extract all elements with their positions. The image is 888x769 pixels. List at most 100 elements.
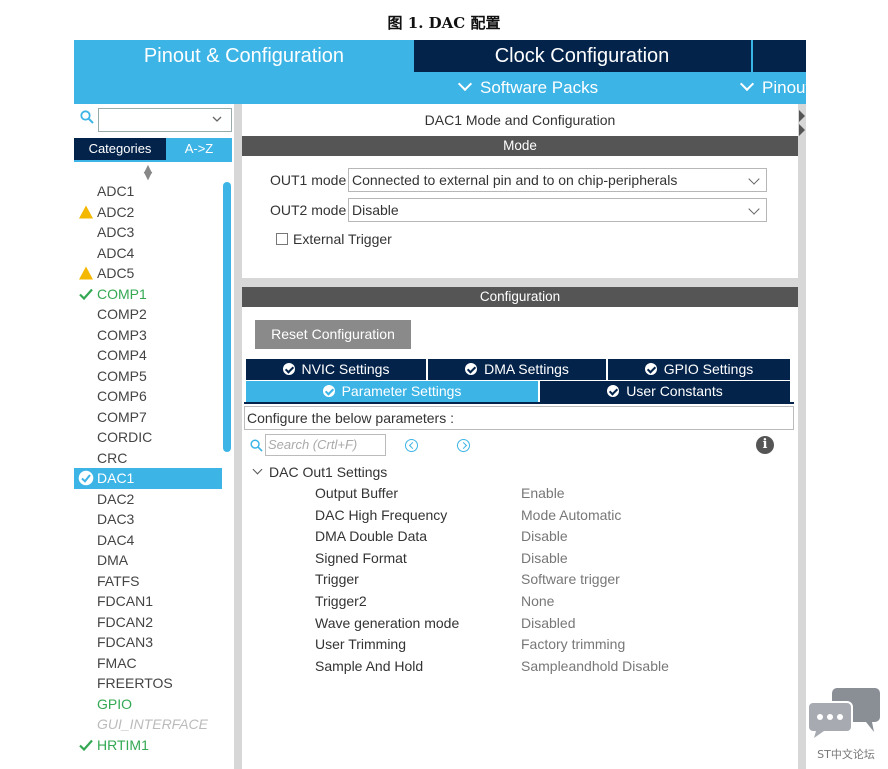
peripheral-label: COMP3: [97, 326, 147, 343]
peripheral-item[interactable]: ADC5: [74, 263, 222, 284]
parameter-row[interactable]: Signed Format Disable: [315, 548, 785, 570]
tab-clock-configuration[interactable]: Clock Configuration: [414, 40, 750, 72]
parameter-row[interactable]: User Trimming Factory trimming: [315, 634, 785, 656]
peripheral-item[interactable]: COMP3: [74, 325, 222, 346]
tab-gpio-settings[interactable]: GPIO Settings: [608, 359, 790, 380]
panel-divider[interactable]: [234, 104, 242, 769]
peripheral-item[interactable]: CORDIC: [74, 427, 222, 448]
tab-categories[interactable]: Categories: [74, 138, 166, 160]
peripheral-item[interactable]: COMP2: [74, 304, 222, 325]
info-icon[interactable]: i: [756, 436, 774, 454]
parameter-value[interactable]: None: [521, 591, 554, 613]
parameter-value[interactable]: Factory trimming: [521, 634, 625, 656]
parameter-row[interactable]: Trigger Software trigger: [315, 569, 785, 591]
reset-configuration-button[interactable]: Reset Configuration: [255, 320, 411, 349]
parameter-row[interactable]: Output Buffer Enable: [315, 483, 785, 505]
parameter-value[interactable]: Sampleandhold Disable: [521, 656, 669, 678]
scrollbar-thumb[interactable]: [223, 182, 231, 452]
warning-icon: [79, 266, 93, 280]
parameter-value[interactable]: Software trigger: [521, 569, 620, 591]
peripheral-item[interactable]: ADC4: [74, 243, 222, 264]
peripheral-label: ADC2: [97, 203, 135, 220]
out1-mode-label: OUT1 mode: [270, 172, 347, 188]
tab-overflow[interactable]: [751, 40, 806, 72]
software-packs-label: Software Packs: [480, 78, 599, 97]
peripheral-item[interactable]: DAC1: [74, 468, 222, 489]
peripheral-item[interactable]: ADC2: [74, 202, 222, 223]
peripheral-label: GPIO: [97, 695, 133, 712]
peripheral-item[interactable]: DMA: [74, 550, 222, 571]
configuration-section-header: Configuration: [242, 287, 798, 307]
external-trigger-checkbox[interactable]: [276, 233, 288, 245]
peripheral-item[interactable]: COMP5: [74, 366, 222, 387]
peripheral-item[interactable]: ADC1: [74, 181, 222, 202]
chevron-down-icon[interactable]: [212, 114, 222, 124]
peripheral-item[interactable]: COMP1: [74, 284, 222, 305]
next-match-button[interactable]: [457, 439, 470, 452]
software-packs-menu[interactable]: Software Packs: [457, 72, 599, 104]
figure-caption: 图 1. DAC 配置: [387, 14, 501, 32]
parameter-name: Trigger2: [315, 592, 367, 609]
tab-parameter-label: Parameter Settings: [341, 383, 462, 399]
dac-out1-settings-group[interactable]: DAC Out1 Settings: [269, 462, 387, 482]
peripheral-label: FMAC: [97, 654, 137, 671]
peripheral-item[interactable]: FDCAN2: [74, 612, 222, 633]
peripheral-item[interactable]: FATFS: [74, 571, 222, 592]
parameter-value[interactable]: Disabled: [521, 613, 575, 635]
chevron-down-icon: [457, 76, 473, 92]
peripheral-item[interactable]: DAC4: [74, 530, 222, 551]
parameter-value[interactable]: Disable: [521, 526, 568, 548]
peripheral-item[interactable]: COMP4: [74, 345, 222, 366]
peripheral-item[interactable]: DAC2: [74, 489, 222, 510]
out2-mode-value: Disable: [352, 202, 399, 218]
sort-icon[interactable]: ▲ ▼: [143, 163, 153, 181]
external-trigger-label: External Trigger: [293, 231, 392, 247]
tabs-underline: [244, 402, 794, 404]
parameter-row[interactable]: DAC High Frequency Mode Automatic: [315, 505, 785, 527]
out1-mode-select[interactable]: Connected to external pin and to on chip…: [348, 168, 767, 192]
parameter-search-input[interactable]: Search (Crtl+F): [265, 434, 386, 456]
peripheral-item[interactable]: DAC3: [74, 509, 222, 530]
parameter-value[interactable]: Disable: [521, 548, 568, 570]
parameter-name: Trigger: [315, 571, 359, 588]
tab-parameter-settings[interactable]: Parameter Settings: [246, 381, 538, 402]
peripheral-label: COMP5: [97, 367, 147, 384]
parameter-row[interactable]: DMA Double Data Disable: [315, 526, 785, 548]
peripheral-item[interactable]: COMP6: [74, 386, 222, 407]
peripheral-label: ADC1: [97, 183, 135, 199]
peripheral-item[interactable]: FDCAN1: [74, 591, 222, 612]
out2-mode-select[interactable]: Disable: [348, 198, 767, 222]
parameter-row[interactable]: Trigger2 None: [315, 591, 785, 613]
tab-dma-settings[interactable]: DMA Settings: [428, 359, 606, 380]
tab-pinout-configuration[interactable]: Pinout & Configuration: [74, 40, 414, 72]
tab-nvic-label: NVIC Settings: [301, 361, 390, 377]
check-circle-icon: [282, 363, 295, 375]
parameter-row[interactable]: Wave generation mode Disabled: [315, 613, 785, 635]
peripheral-item[interactable]: HRTIM1: [74, 735, 222, 756]
parameter-value[interactable]: Mode Automatic: [521, 505, 621, 527]
parameter-name: DAC High Frequency: [315, 506, 448, 523]
check-circle-icon: [78, 470, 94, 486]
parameter-row[interactable]: Sample And Hold Sampleandhold Disable: [315, 656, 785, 678]
collapse-arrows-icon[interactable]: [797, 108, 807, 138]
tab-nvic-settings[interactable]: NVIC Settings: [246, 359, 426, 380]
peripheral-item[interactable]: FREERTOS: [74, 673, 222, 694]
peripheral-item[interactable]: COMP7: [74, 407, 222, 428]
peripheral-item[interactable]: FMAC: [74, 653, 222, 674]
peripheral-item[interactable]: CRC: [74, 448, 222, 469]
peripheral-item[interactable]: ADC3: [74, 222, 222, 243]
peripheral-label: ADC3: [97, 224, 135, 240]
parameter-value[interactable]: Enable: [521, 483, 565, 505]
previous-match-button[interactable]: [405, 439, 418, 452]
peripheral-label: DAC2: [97, 490, 135, 507]
tab-user-constants[interactable]: User Constants: [540, 381, 790, 402]
tab-a-to-z[interactable]: A->Z: [166, 138, 232, 160]
peripheral-label: DMA: [97, 552, 129, 568]
parameter-table: Output Buffer Enable DAC High Frequency Mod…: [315, 483, 785, 677]
peripheral-item[interactable]: GPIO: [74, 694, 222, 715]
peripheral-item[interactable]: GUI_INTERFACE: [74, 714, 222, 735]
pinout-menu[interactable]: Pinout: [739, 72, 810, 104]
peripheral-item[interactable]: FDCAN3: [74, 632, 222, 653]
mode-section-header: Mode: [242, 136, 798, 156]
check-circle-icon: [465, 363, 478, 375]
